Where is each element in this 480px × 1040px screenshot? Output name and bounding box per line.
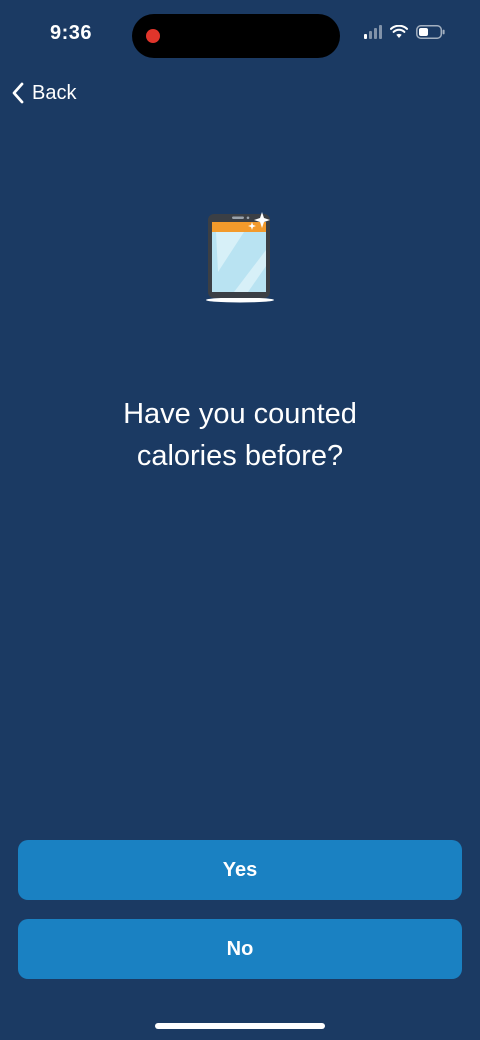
no-button[interactable]: No (18, 919, 462, 979)
phone-app-icon (206, 212, 274, 303)
status-time: 9:36 (50, 22, 93, 44)
back-label: Back (32, 81, 77, 104)
back-button[interactable]: Back (10, 78, 76, 108)
wifi-icon (390, 25, 408, 38)
chevron-left-icon (12, 82, 24, 104)
recording-indicator-icon (146, 29, 160, 43)
question-title: Have you counted calories before? (40, 393, 440, 477)
home-indicator[interactable] (155, 1023, 325, 1029)
question-line-1: Have you counted (123, 398, 357, 431)
battery-icon (416, 25, 445, 39)
question-line-2: calories before? (136, 440, 344, 473)
dynamic-island (132, 14, 340, 58)
system-icons (364, 25, 446, 39)
status-bar: 9:36 (0, 0, 480, 72)
cellular-signal-icon (364, 25, 382, 39)
yes-button[interactable]: Yes (18, 840, 462, 900)
